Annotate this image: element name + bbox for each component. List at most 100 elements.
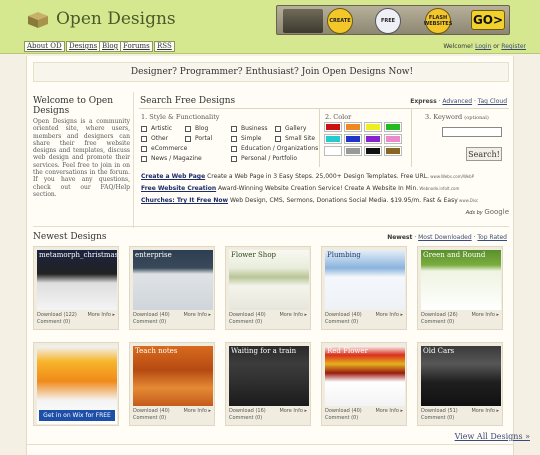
- style-checkbox-business[interactable]: Business: [231, 125, 267, 132]
- color-swatch[interactable]: [384, 146, 402, 156]
- style-checkbox-small-site[interactable]: Small Site: [275, 135, 315, 142]
- color-swatch[interactable]: [364, 146, 382, 156]
- join-tagline[interactable]: Designer? Programmer? Enthusiast? Join O…: [34, 67, 510, 77]
- search-button[interactable]: Search!: [466, 147, 502, 161]
- comment-count[interactable]: Comment (0): [133, 319, 166, 325]
- design-card-green-and-round[interactable]: Green and Round Download (26) Comment (0…: [417, 246, 503, 330]
- sort-newest[interactable]: Newest: [387, 234, 412, 241]
- color-swatch[interactable]: [324, 146, 342, 156]
- ad-item[interactable]: Churches: Try It Free Now Web Design, CM…: [141, 197, 507, 204]
- style-checkbox-news-magazine[interactable]: News / Magazine: [141, 155, 202, 162]
- nav-designs[interactable]: Designs: [66, 41, 101, 52]
- divider: [33, 226, 509, 227]
- wix-ad-label[interactable]: Get in on Wix for FREE: [39, 410, 115, 421]
- nav-forums[interactable]: Forums: [120, 41, 153, 52]
- color-swatch[interactable]: [344, 134, 362, 144]
- site-name[interactable]: Open Designs: [56, 9, 176, 29]
- site-header: Open Designs CREATE FREE FLASH WEBSITES …: [0, 0, 540, 38]
- nav-rss[interactable]: RSS: [154, 41, 175, 52]
- download-count[interactable]: Download (40): [325, 408, 362, 414]
- design-card-waiting-for-a-train[interactable]: Waiting for a train Download (16) Commen…: [225, 342, 311, 426]
- design-thumbnail[interactable]: Green and Round: [421, 250, 501, 310]
- download-count[interactable]: Download (40): [325, 312, 362, 318]
- ad-item[interactable]: Create a Web Page Create a Web Page in 3…: [141, 173, 507, 180]
- design-card-flower-shop[interactable]: Flower Shop Download (40) Comment (0) Mo…: [225, 246, 311, 330]
- color-swatch[interactable]: [364, 134, 382, 144]
- ad-item[interactable]: Free Website Creation Award-Winning Webs…: [141, 185, 507, 192]
- wix-ad-image[interactable]: Get in on Wix for FREE: [37, 346, 117, 424]
- search-mode-express[interactable]: Express: [410, 98, 436, 105]
- download-count[interactable]: Download (40): [229, 312, 266, 318]
- go-button[interactable]: GO>: [471, 10, 505, 30]
- nav-blog[interactable]: Blog: [99, 41, 122, 52]
- comment-count[interactable]: Comment (0): [229, 319, 262, 325]
- comment-count[interactable]: Comment (0): [421, 319, 454, 325]
- color-swatch[interactable]: [344, 122, 362, 132]
- style-checkbox-artistic[interactable]: Artistic: [141, 125, 172, 132]
- download-count[interactable]: Download (40): [133, 408, 170, 414]
- sort-most-downloaded[interactable]: Most Downloaded: [418, 234, 472, 241]
- style-checkbox-simple[interactable]: Simple: [231, 135, 262, 142]
- style-checkbox-ecommerce[interactable]: eCommerce: [141, 145, 187, 152]
- style-checkbox-education[interactable]: Education / Organizations: [231, 145, 318, 152]
- open-box-logo-icon[interactable]: [26, 10, 50, 28]
- style-checkbox-gallery[interactable]: Gallery: [275, 125, 306, 132]
- more-info-link[interactable]: More Info: [87, 312, 115, 318]
- ads-by-google[interactable]: Ads by Google: [466, 208, 509, 216]
- more-info-link[interactable]: More Info: [471, 312, 499, 318]
- comment-count[interactable]: Comment (0): [325, 319, 358, 325]
- comment-count[interactable]: Comment (0): [229, 415, 262, 421]
- more-info-link[interactable]: More Info: [279, 408, 307, 414]
- comment-count[interactable]: Comment (0): [325, 415, 358, 421]
- login-link[interactable]: Login: [475, 43, 491, 50]
- style-checkbox-portal[interactable]: Portal: [185, 135, 212, 142]
- color-swatch[interactable]: [384, 122, 402, 132]
- color-swatch[interactable]: [324, 122, 342, 132]
- design-thumbnail[interactable]: Old Cars: [421, 346, 501, 406]
- download-count[interactable]: Download (122): [37, 312, 77, 318]
- color-swatch[interactable]: [364, 122, 382, 132]
- create-flash-websites-banner[interactable]: CREATE FREE FLASH WEBSITES GO>: [276, 5, 510, 35]
- design-thumbnail[interactable]: Red Flower: [325, 346, 405, 406]
- style-checkbox-other[interactable]: Other: [141, 135, 168, 142]
- more-info-link[interactable]: More Info: [375, 408, 403, 414]
- search-mode-advanced[interactable]: Advanced: [442, 98, 472, 105]
- comment-count[interactable]: Comment (0): [133, 415, 166, 421]
- download-count[interactable]: Download (16): [229, 408, 266, 414]
- design-thumbnail[interactable]: Teach notes: [133, 346, 213, 406]
- more-info-link[interactable]: More Info: [279, 312, 307, 318]
- download-count[interactable]: Download (26): [421, 312, 458, 318]
- design-card-red-flower[interactable]: Red Flower Download (40) Comment (0) Mor…: [321, 342, 407, 426]
- color-swatch[interactable]: [324, 134, 342, 144]
- design-card-metamorph-christmas[interactable]: metamorph_christmas Download (122) Comme…: [33, 246, 119, 330]
- nav-about-od[interactable]: About OD: [24, 41, 65, 52]
- design-card-plumbing[interactable]: Plumbing Download (40) Comment (0) More …: [321, 246, 407, 330]
- more-info-link[interactable]: More Info: [183, 408, 211, 414]
- keyword-input[interactable]: [442, 127, 502, 137]
- wix-ad-card[interactable]: Get in on Wix for FREE: [33, 342, 119, 426]
- design-thumbnail[interactable]: Flower Shop: [229, 250, 309, 310]
- more-info-link[interactable]: More Info: [375, 312, 403, 318]
- or-text: or: [493, 43, 500, 50]
- design-card-old-cars[interactable]: Old Cars Download (51) Comment (0) More …: [417, 342, 503, 426]
- design-card-teach-notes[interactable]: Teach notes Download (40) Comment (0) Mo…: [129, 342, 215, 426]
- design-card-enterprise[interactable]: enterprise Download (40) Comment (0) Mor…: [129, 246, 215, 330]
- color-swatch[interactable]: [384, 134, 402, 144]
- design-thumbnail[interactable]: enterprise: [133, 250, 213, 310]
- download-count[interactable]: Download (40): [133, 312, 170, 318]
- search-mode-tag-cloud[interactable]: Tag Cloud: [478, 98, 507, 105]
- comment-count[interactable]: Comment (0): [421, 415, 454, 421]
- style-checkbox-personal-portfolio[interactable]: Personal / Portfolio: [231, 155, 297, 162]
- color-swatch[interactable]: [344, 146, 362, 156]
- more-info-link[interactable]: More Info: [183, 312, 211, 318]
- more-info-link[interactable]: More Info: [471, 408, 499, 414]
- register-link[interactable]: Register: [501, 43, 526, 50]
- view-all-designs-link[interactable]: View All Designs »: [455, 432, 530, 441]
- comment-count[interactable]: Comment (0): [37, 319, 70, 325]
- style-checkbox-blog[interactable]: Blog: [185, 125, 208, 132]
- design-thumbnail[interactable]: Waiting for a train: [229, 346, 309, 406]
- download-count[interactable]: Download (51): [421, 408, 458, 414]
- design-thumbnail[interactable]: metamorph_christmas: [37, 250, 117, 310]
- design-thumbnail[interactable]: Plumbing: [325, 250, 405, 310]
- sort-top-rated[interactable]: Top Rated: [477, 234, 507, 241]
